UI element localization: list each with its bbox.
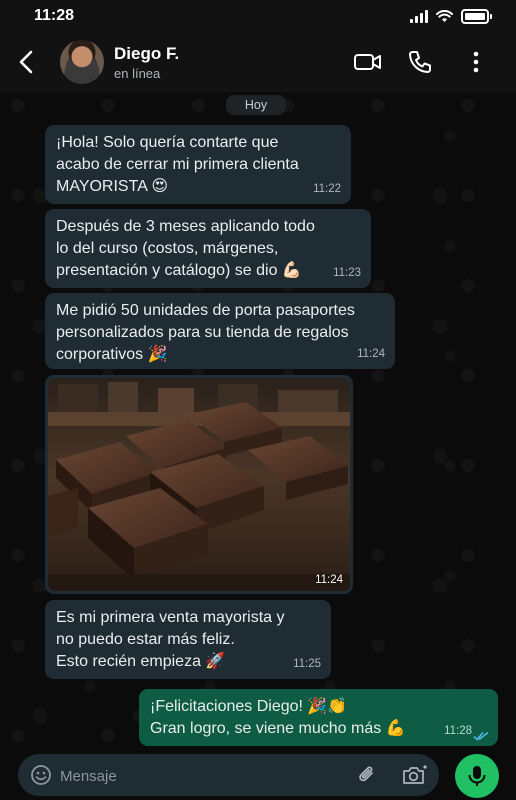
mic-icon: [468, 766, 486, 786]
signal-icon: [410, 10, 428, 23]
message-line: Después de 3 meses aplicando todo: [56, 218, 315, 235]
message-time: 11:25: [293, 658, 321, 670]
attach-clip-icon[interactable]: [356, 764, 378, 786]
wifi-icon: [436, 10, 453, 22]
message-time: 11:24: [315, 574, 343, 586]
status-time: 11:28: [34, 7, 75, 24]
message-composer: [18, 754, 439, 796]
date-separator: Hoy: [226, 95, 286, 115]
message-line: Esto recién empieza 🚀: [56, 653, 226, 670]
message-line: Gran logro, se viene mucho más 💪: [150, 720, 406, 737]
message-time: 11:28: [444, 725, 472, 737]
image-message[interactable]: 11:24: [45, 375, 353, 594]
back-arrow-icon[interactable]: [14, 46, 40, 78]
message-time: 11:22: [313, 183, 341, 195]
message-line: acabo de cerrar mi primera clienta: [56, 156, 299, 173]
contact-avatar[interactable]: [60, 40, 104, 84]
video-call-icon[interactable]: [353, 48, 383, 76]
product-photo[interactable]: [48, 378, 350, 591]
status-bar: 11:28: [0, 0, 516, 34]
message-line: ¡Felicitaciones Diego! 🎉👏: [150, 698, 348, 715]
incoming-message[interactable]: Después de 3 meses aplicando todo lo del…: [45, 209, 371, 288]
incoming-message[interactable]: Me pidió 50 unidades de porta pasaportes…: [45, 293, 395, 369]
message-line: lo del curso (costos, márgenes,: [56, 240, 279, 257]
outgoing-message[interactable]: ¡Felicitaciones Diego! 🎉👏 Gran logro, se…: [139, 689, 498, 746]
message-time: 11:23: [333, 267, 361, 279]
message-line: corporativos 🎉: [56, 346, 168, 363]
chat-header: Diego F. en línea: [0, 34, 516, 92]
message-line: Es mi primera venta mayorista y: [56, 609, 285, 626]
message-line: no puedo estar más feliz.: [56, 631, 235, 648]
message-line: ¡Hola! Solo quería contarte que: [56, 134, 279, 151]
message-line: presentación y catálogo) se dio 💪🏻: [56, 262, 302, 279]
incoming-message[interactable]: ¡Hola! Solo quería contarte que acabo de…: [45, 125, 351, 204]
incoming-message[interactable]: Es mi primera venta mayorista y no puedo…: [45, 600, 331, 679]
message-line: Me pidió 50 unidades de porta pasaportes: [56, 302, 355, 319]
contact-name[interactable]: Diego F.: [114, 44, 179, 64]
camera-icon[interactable]: [401, 764, 427, 786]
message-line: MAYORISTA 😍: [56, 178, 169, 195]
phone-icon[interactable]: [406, 48, 434, 76]
contact-status: en línea: [114, 66, 161, 81]
more-options-icon[interactable]: [466, 48, 486, 76]
message-line: personalizados para su tienda de regalos: [56, 324, 349, 341]
battery-icon: [461, 9, 492, 24]
message-input[interactable]: [58, 765, 342, 787]
voice-message-button[interactable]: [455, 754, 499, 798]
double-check-icon: [473, 731, 489, 741]
message-time: 11:24: [357, 348, 385, 360]
emoji-icon[interactable]: [30, 764, 52, 786]
